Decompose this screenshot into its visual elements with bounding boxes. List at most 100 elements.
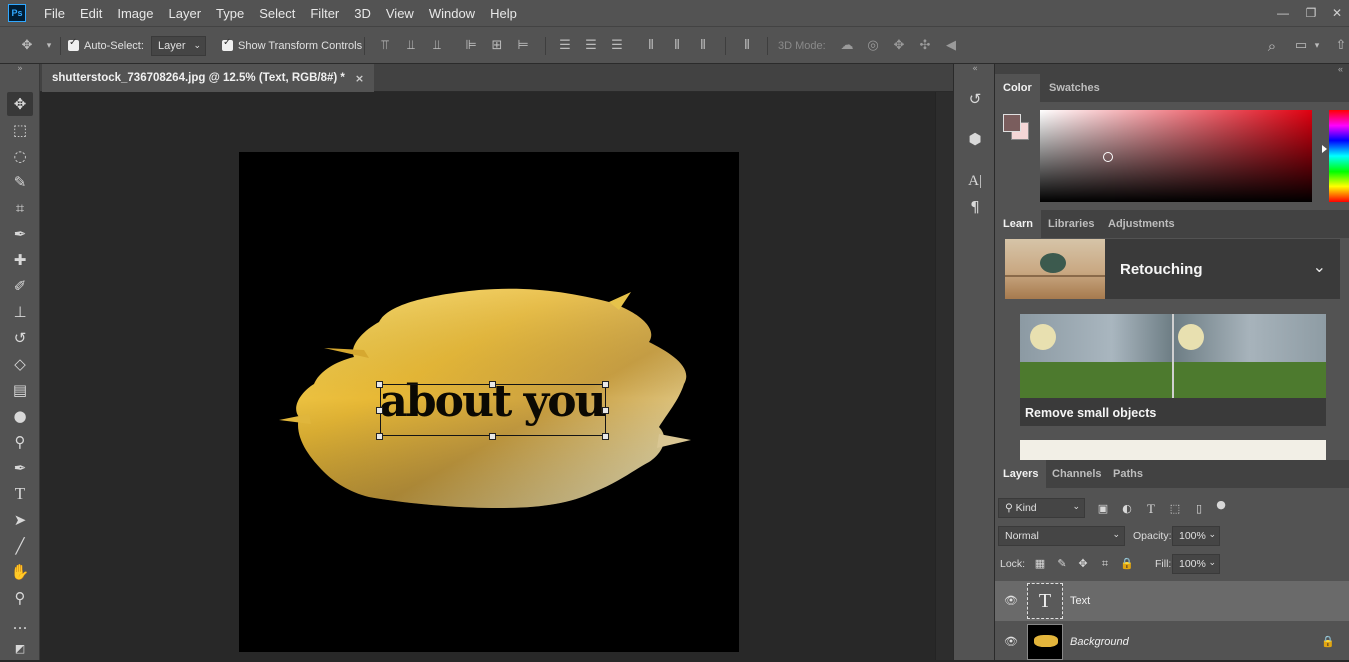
vertical-scrollbar[interactable]	[935, 92, 953, 660]
hand-tool-icon[interactable]: ✋	[7, 560, 33, 584]
eye-icon[interactable]: 👁	[1004, 635, 1018, 649]
pen-tool-icon[interactable]: ✒	[7, 456, 33, 480]
menu-filter[interactable]: Filter	[310, 6, 339, 21]
align-left-icon[interactable]: ⊫	[464, 39, 478, 53]
filter-adjustment-icon[interactable]: ◐	[1120, 502, 1134, 516]
blend-mode-dropdown[interactable]: Normal ⌄	[998, 526, 1125, 546]
color-picker-cursor[interactable]	[1103, 152, 1113, 162]
tutorial-card[interactable]	[1020, 440, 1326, 460]
fill-input[interactable]: 100% ⌄	[1172, 554, 1220, 574]
filter-toggle-icon[interactable]: ●	[1214, 498, 1228, 512]
align-right-icon[interactable]: ⊨	[516, 39, 530, 53]
filter-shape-icon[interactable]: ⬚	[1168, 502, 1182, 516]
menu-layer[interactable]: Layer	[169, 6, 202, 21]
gradient-tool-icon[interactable]: ▤	[7, 378, 33, 402]
clone-stamp-tool-icon[interactable]: ⊥	[7, 300, 33, 324]
restore-button[interactable]: ❐	[1297, 3, 1325, 23]
history-panel-icon[interactable]: ↺	[964, 88, 986, 110]
align-vertical-center-icon[interactable]: ⫫	[404, 39, 418, 53]
tab-learn[interactable]: Learn	[995, 210, 1041, 238]
path-selection-tool-icon[interactable]: ➤	[7, 508, 33, 532]
hue-slider[interactable]	[1329, 110, 1349, 202]
document-tab[interactable]: shutterstock_736708264.jpg @ 12.5% (Text…	[42, 64, 375, 92]
brush-tool-icon[interactable]: ✐	[7, 274, 33, 298]
default-colors-icon[interactable]: ◩	[7, 636, 33, 660]
filter-kind-dropdown[interactable]: ⚲ Kind ⌄	[998, 498, 1085, 518]
tab-channels[interactable]: Channels	[1044, 460, 1110, 488]
menu-window[interactable]: Window	[429, 6, 475, 21]
lock-image-icon[interactable]: ✎	[1055, 557, 1069, 571]
transform-handle[interactable]	[489, 381, 496, 388]
blur-tool-icon[interactable]: ●	[7, 404, 33, 428]
layer-row-text[interactable]: 👁 T Text	[995, 581, 1349, 621]
document-canvas[interactable]: about you	[239, 152, 739, 652]
tutorial-card[interactable]: Remove small objects	[1020, 314, 1326, 426]
menu-file[interactable]: File	[44, 6, 65, 21]
close-window-button[interactable]: ✕	[1325, 3, 1349, 23]
show-transform-checkbox[interactable]	[222, 37, 233, 51]
distribute-right-icon[interactable]: ⦀	[696, 39, 710, 53]
drag-3d-icon[interactable]: ✥	[892, 39, 906, 53]
collapse-panel-icon[interactable]: »	[7, 64, 33, 74]
distribute-left-icon[interactable]: ⦀	[644, 39, 658, 53]
more-tools-icon[interactable]: …	[7, 612, 33, 636]
distribute-horizontal-center-icon[interactable]: ⦀	[670, 39, 684, 53]
tab-adjustments[interactable]: Adjustments	[1100, 210, 1183, 238]
move-tool-preset-icon[interactable]: ✥	[20, 39, 34, 53]
align-top-icon[interactable]: ⫪	[378, 39, 392, 53]
minimize-button[interactable]: —	[1269, 3, 1297, 23]
dodge-tool-icon[interactable]: ⚲	[7, 430, 33, 454]
paragraph-panel-icon[interactable]: ¶	[964, 196, 986, 218]
color-picker-field[interactable]	[1040, 110, 1312, 202]
transform-handle[interactable]	[602, 407, 609, 414]
lock-artboard-icon[interactable]: ⌗	[1098, 557, 1112, 571]
eyedropper-tool-icon[interactable]: ✒	[7, 222, 33, 246]
share-icon[interactable]: ⇧	[1334, 39, 1348, 53]
zoom-tool-icon[interactable]: ⚲	[7, 586, 33, 610]
lasso-tool-icon[interactable]: ◌	[7, 144, 33, 168]
menu-type[interactable]: Type	[216, 6, 244, 21]
quick-selection-tool-icon[interactable]: ✎	[7, 170, 33, 194]
filter-pixel-icon[interactable]: ▣	[1096, 502, 1110, 516]
slide-3d-icon[interactable]: ✣	[918, 39, 932, 53]
layer-row-background[interactable]: 👁 Background 🔒	[995, 622, 1349, 662]
align-horizontal-center-icon[interactable]: ⊞	[490, 39, 504, 53]
distribute-top-icon[interactable]: ☰	[558, 39, 572, 53]
eye-icon[interactable]: 👁	[1004, 594, 1018, 608]
chevron-down-icon[interactable]: ⌄	[1313, 257, 1326, 276]
transform-handle[interactable]	[602, 433, 609, 440]
auto-select-checkbox[interactable]	[68, 37, 79, 51]
collapse-panel-icon[interactable]: «	[964, 64, 986, 74]
auto-select-dropdown[interactable]: Layer ⌄	[151, 36, 206, 56]
close-tab-icon[interactable]: ×	[355, 72, 364, 85]
orbit-3d-icon[interactable]: ☁	[840, 39, 854, 53]
collapse-panel-icon[interactable]: «	[995, 64, 1349, 74]
filter-smart-object-icon[interactable]: ▯	[1192, 502, 1206, 516]
character-panel-icon[interactable]: A|	[964, 170, 986, 192]
menu-help[interactable]: Help	[490, 6, 517, 21]
learn-section-header[interactable]: Retouching ⌄	[1005, 239, 1340, 299]
chevron-down-icon[interactable]: ▾	[1310, 39, 1324, 53]
search-icon[interactable]: ⌕	[1265, 39, 1279, 54]
line-tool-icon[interactable]: ╱	[7, 534, 33, 558]
roll-3d-icon[interactable]: ◎	[866, 39, 880, 53]
menu-image[interactable]: Image	[117, 6, 153, 21]
lock-position-icon[interactable]: ✥	[1076, 557, 1090, 571]
workspace-icon[interactable]: ▭	[1294, 39, 1308, 53]
distribute-bottom-icon[interactable]: ☰	[610, 39, 624, 53]
lock-all-icon[interactable]: 🔒	[1120, 557, 1134, 571]
transform-handle[interactable]	[376, 407, 383, 414]
healing-brush-tool-icon[interactable]: ✚	[7, 248, 33, 272]
tab-swatches[interactable]: Swatches	[1041, 74, 1108, 102]
eraser-tool-icon[interactable]: ◇	[7, 352, 33, 376]
camera-3d-icon[interactable]: ◀	[944, 39, 958, 53]
history-brush-tool-icon[interactable]: ↺	[7, 326, 33, 350]
marquee-tool-icon[interactable]: ⬚	[7, 118, 33, 142]
distribute-vertical-center-icon[interactable]: ☰	[584, 39, 598, 53]
tab-paths[interactable]: Paths	[1105, 460, 1151, 488]
chevron-down-icon[interactable]: ▾	[42, 39, 56, 53]
transform-handle[interactable]	[376, 381, 383, 388]
transform-handle[interactable]	[489, 433, 496, 440]
opacity-input[interactable]: 100% ⌄	[1172, 526, 1220, 546]
menu-edit[interactable]: Edit	[80, 6, 102, 21]
